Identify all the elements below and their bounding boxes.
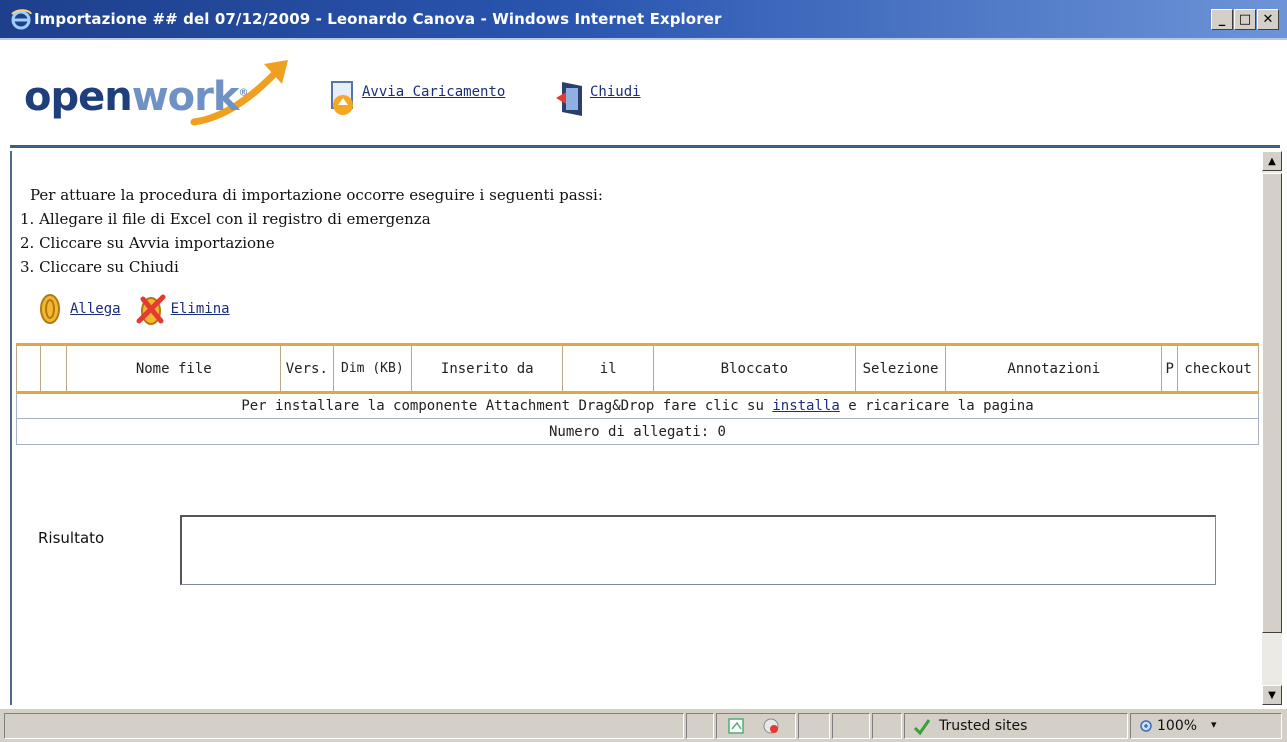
zoom-level: 100% xyxy=(1157,718,1198,734)
start-upload-label: Avvia Caricamento xyxy=(362,84,506,100)
logo-text-open: open xyxy=(24,74,133,120)
internet-explorer-icon xyxy=(11,9,32,30)
attach-button[interactable]: Allega xyxy=(34,291,121,327)
instruction-step-1: 1. Allegare il file di Excel con il regi… xyxy=(20,210,431,228)
minimize-button[interactable]: _ xyxy=(1211,9,1233,30)
column-header-locked[interactable]: Bloccato xyxy=(653,343,856,394)
maximize-button[interactable]: □ xyxy=(1234,9,1256,30)
vertical-scrollbar[interactable]: ▲ ▼ xyxy=(1262,151,1282,705)
column-header-version[interactable]: Vers. xyxy=(280,343,334,394)
install-link[interactable]: installa xyxy=(772,398,839,414)
attach-label: Allega xyxy=(70,301,121,317)
status-message-panel xyxy=(4,713,684,739)
security-zone-label: Trusted sites xyxy=(939,718,1028,734)
instructions-intro: Per attuare la procedura di importazione… xyxy=(30,186,603,204)
zoom-panel[interactable]: 100% ▾ xyxy=(1130,713,1282,739)
column-header-checkbox[interactable] xyxy=(15,343,42,394)
delete-button[interactable]: Elimina xyxy=(135,291,230,327)
column-header-notes[interactable]: Annotazioni xyxy=(945,343,1163,394)
window-title: Importazione ## del 07/12/2009 - Leonard… xyxy=(34,10,722,28)
table-header-row: Nome file Vers. Dim (KB) Inserito da il … xyxy=(15,343,1259,394)
paperclip-icon xyxy=(40,294,60,324)
close-window-button[interactable]: ✕ xyxy=(1257,9,1279,30)
status-panel xyxy=(832,713,870,739)
status-bar: Trusted sites 100% ▾ xyxy=(0,708,1287,742)
attachment-count: Numero di allegati: 0 xyxy=(16,418,1259,445)
instruction-step-2: 2. Cliccare su Avvia importazione xyxy=(20,234,275,252)
attachments-table: Nome file Vers. Dim (KB) Inserito da il … xyxy=(15,343,1259,445)
result-textarea[interactable] xyxy=(180,515,1216,585)
column-header-size[interactable]: Dim (KB) xyxy=(332,343,413,394)
column-header-checkout[interactable]: checkout xyxy=(1177,343,1259,394)
app-header: openwork® Avvia Caricamento Chiudi xyxy=(10,42,1280,148)
main-content: Per attuare la procedura di importazione… xyxy=(10,151,1260,705)
arrow-up-icon: ▲ xyxy=(1268,155,1276,167)
install-message: Per installare la componente Attachment … xyxy=(16,392,1259,419)
table-row: Per installare la componente Attachment … xyxy=(16,392,1259,419)
security-zone-panel[interactable]: Trusted sites xyxy=(904,713,1128,739)
arrow-down-icon: ▼ xyxy=(1268,689,1276,701)
upload-icon xyxy=(331,81,353,115)
logo-text-work: work xyxy=(131,74,240,120)
instructions: Per attuare la procedura di importazione… xyxy=(12,183,603,279)
status-panel xyxy=(686,713,714,739)
scroll-down-button[interactable]: ▼ xyxy=(1262,685,1282,705)
logo-registered-mark: ® xyxy=(238,87,248,99)
status-panel xyxy=(798,713,830,739)
popup-blocked-icon[interactable] xyxy=(761,717,781,735)
install-message-prefix: Per installare la componente Attachment … xyxy=(241,398,773,414)
start-upload-button[interactable]: Avvia Caricamento xyxy=(326,78,505,118)
zoom-dropdown-icon[interactable]: ▾ xyxy=(1211,718,1217,731)
column-header-p[interactable]: P xyxy=(1161,343,1179,394)
zoom-icon xyxy=(1140,720,1152,732)
attachment-toolbar: Allega Elimina xyxy=(34,291,244,327)
delete-icon xyxy=(136,294,166,325)
install-message-suffix: e ricaricare la pagina xyxy=(839,398,1034,414)
exit-door-icon xyxy=(556,82,582,116)
window-title-bar[interactable]: Importazione ## del 07/12/2009 - Leonard… xyxy=(0,0,1287,40)
column-header-date[interactable]: il xyxy=(562,343,655,394)
column-header-inserted-by[interactable]: Inserito da xyxy=(411,343,564,394)
scrollbar-thumb[interactable] xyxy=(1262,173,1282,633)
column-header-selection[interactable]: Selezione xyxy=(854,343,947,394)
status-panel xyxy=(872,713,902,739)
status-icons-panel xyxy=(716,713,796,739)
page-icon xyxy=(728,718,744,734)
column-header-icon[interactable] xyxy=(40,343,68,394)
close-label: Chiudi xyxy=(590,84,641,100)
instruction-step-3: 3. Cliccare su Chiudi xyxy=(20,258,179,276)
column-header-file-name[interactable]: Nome file xyxy=(66,343,282,394)
scroll-up-button[interactable]: ▲ xyxy=(1262,151,1282,171)
openwork-logo: openwork® xyxy=(24,52,294,136)
delete-label: Elimina xyxy=(170,301,230,317)
table-row: Numero di allegati: 0 xyxy=(16,418,1259,445)
result-label: Risultato xyxy=(38,529,105,547)
close-button[interactable]: Chiudi xyxy=(554,78,641,118)
checkmark-icon xyxy=(913,719,931,736)
